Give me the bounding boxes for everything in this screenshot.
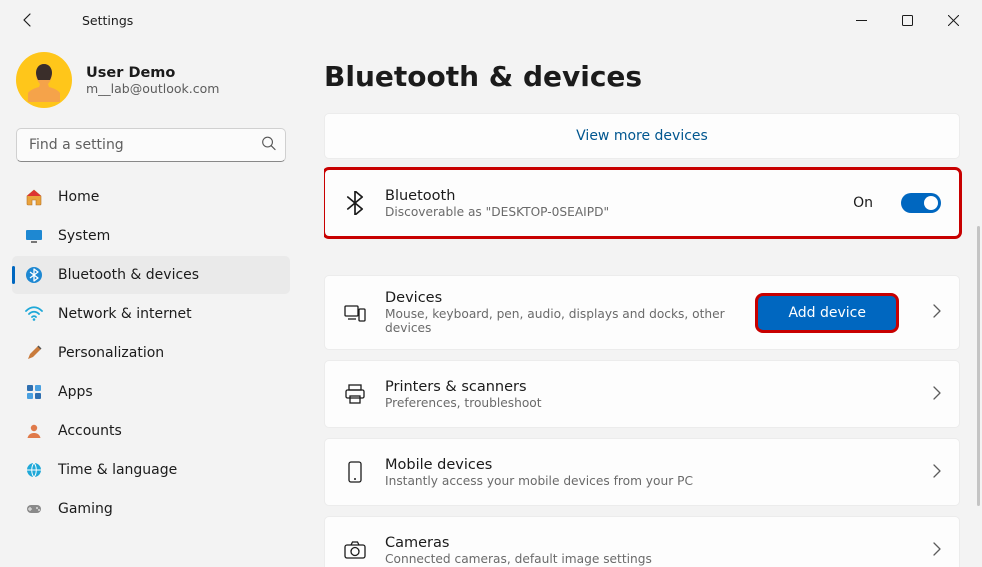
bluetooth-glyph-icon [343,191,367,215]
titlebar: Settings [0,0,982,40]
globe-icon [24,460,44,480]
sidebar-item-gaming[interactable]: Gaming [12,490,290,528]
cameras-sub: Connected cameras, default image setting… [385,552,914,566]
apps-icon [24,382,44,402]
printers-card[interactable]: Printers & scanners Preferences, trouble… [324,360,960,428]
devices-card[interactable]: Devices Mouse, keyboard, pen, audio, dis… [324,275,960,350]
sidebar-item-network[interactable]: Network & internet [12,295,290,333]
nav-label: Apps [58,384,93,400]
search-input[interactable] [16,128,286,162]
user-name: User Demo [86,65,219,81]
nav-label: Home [58,189,99,205]
add-device-button[interactable]: Add device [758,296,896,330]
gaming-icon [24,499,44,519]
printers-label: Printers & scanners [385,379,914,395]
wifi-icon [24,304,44,324]
chevron-right-icon [932,385,941,404]
profile-block[interactable]: User Demo m__lab@outlook.com [12,48,290,122]
main-content: Bluetooth & devices View more devices Bl… [300,40,982,567]
sidebar-item-personalization[interactable]: Personalization [12,334,290,372]
nav-label: System [58,228,110,244]
minimize-button[interactable] [838,0,884,40]
search-icon [261,136,276,155]
sidebar-item-home[interactable]: Home [12,178,290,216]
printers-sub: Preferences, troubleshoot [385,396,914,410]
mobile-label: Mobile devices [385,457,914,473]
bluetooth-icon [24,265,44,285]
avatar [16,52,72,108]
system-icon [24,226,44,246]
nav-label: Time & language [58,462,177,478]
window-title: Settings [82,13,133,28]
accounts-icon [24,421,44,441]
view-more-label: View more devices [576,128,708,144]
mobile-devices-card[interactable]: Mobile devices Instantly access your mob… [324,438,960,506]
view-more-devices-link[interactable]: View more devices [324,113,960,159]
mobile-sub: Instantly access your mobile devices fro… [385,474,914,488]
cameras-label: Cameras [385,535,914,551]
bluetooth-state-label: On [853,195,873,211]
devices-sub: Mouse, keyboard, pen, audio, displays an… [385,307,740,335]
user-email: m__lab@outlook.com [86,81,219,96]
sidebar-item-accounts[interactable]: Accounts [12,412,290,450]
devices-icon [343,301,367,325]
nav-list: Home System Bluetooth & devices Network … [12,178,290,528]
close-button[interactable] [930,0,976,40]
page-title: Bluetooth & devices [324,60,960,93]
chevron-right-icon [932,303,941,322]
sidebar: User Demo m__lab@outlook.com Home System… [0,40,300,567]
camera-icon [343,538,367,562]
sidebar-item-apps[interactable]: Apps [12,373,290,411]
mobile-icon [343,460,367,484]
paintbrush-icon [24,343,44,363]
sidebar-item-system[interactable]: System [12,217,290,255]
search-box [16,128,286,162]
sidebar-item-bluetooth-devices[interactable]: Bluetooth & devices [12,256,290,294]
bluetooth-toggle[interactable] [901,193,941,213]
nav-label: Bluetooth & devices [58,267,199,283]
bluetooth-sub: Discoverable as "DESKTOP-0SEAIPD" [385,205,835,219]
back-arrow-line [38,6,66,34]
cameras-card[interactable]: Cameras Connected cameras, default image… [324,516,960,567]
nav-label: Personalization [58,345,164,361]
nav-label: Gaming [58,501,113,517]
bluetooth-label: Bluetooth [385,188,835,204]
bluetooth-card: Bluetooth Discoverable as "DESKTOP-0SEAI… [324,169,960,237]
sidebar-item-time-language[interactable]: Time & language [12,451,290,489]
chevron-right-icon [932,541,941,560]
printer-icon [343,382,367,406]
chevron-right-icon [932,463,941,482]
nav-label: Accounts [58,423,122,439]
nav-label: Network & internet [58,306,192,322]
scrollbar[interactable] [976,226,980,559]
home-icon [24,187,44,207]
maximize-button[interactable] [884,0,930,40]
devices-label: Devices [385,290,740,306]
